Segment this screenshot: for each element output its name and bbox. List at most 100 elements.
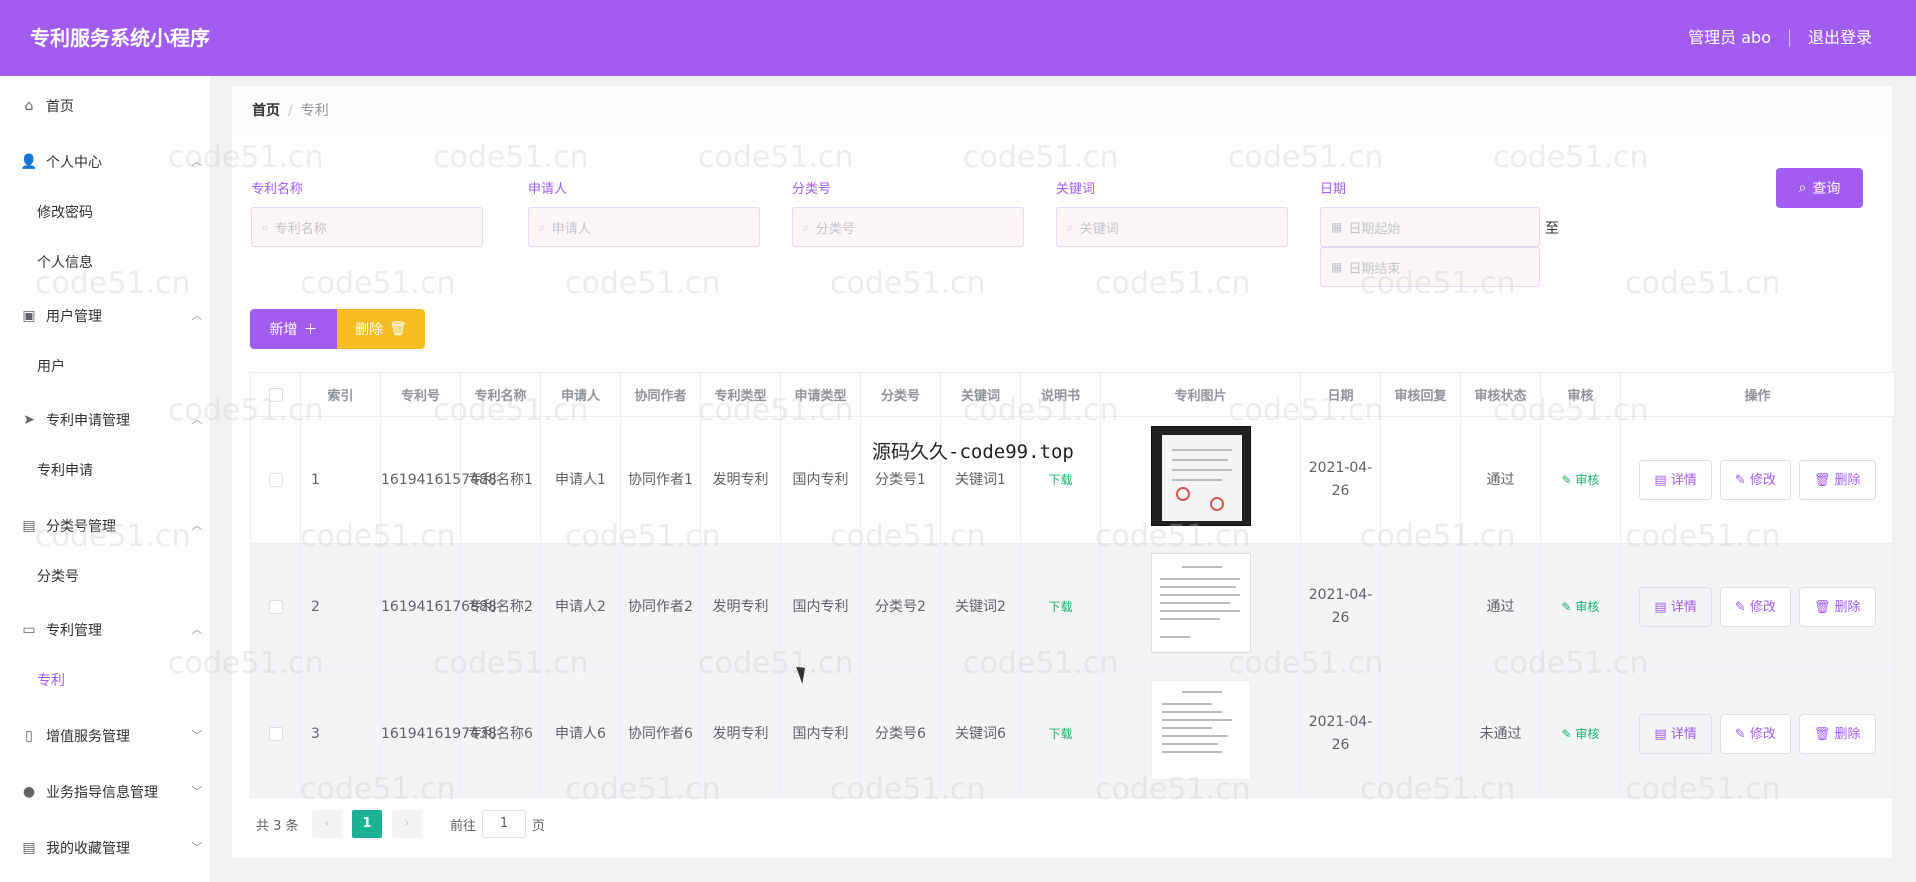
select-all-cell[interactable] (250, 372, 301, 417)
table-row: 3 1619416197438 专利名称6 申请人6 协同作者6 发明专利 国内… (250, 670, 1895, 798)
edit-icon: ✎ (1561, 472, 1576, 487)
query-button[interactable]: ⌕ 查询 (1776, 168, 1863, 208)
cell-coauthor: 协同作者1 (620, 416, 701, 544)
download-link[interactable]: 下载 (1048, 600, 1072, 614)
col-header: 申请人 (540, 372, 621, 417)
row-checkbox[interactable] (268, 472, 283, 487)
detail-label: 详情 (1670, 472, 1697, 488)
sidebar-item-category[interactable]: 分类号 (0, 552, 210, 602)
page-number-button[interactable]: 1 (352, 810, 382, 838)
audit-link[interactable]: ✎ 审核 (1562, 727, 1600, 741)
sidebar-item-label: 增值服务管理 (46, 729, 130, 745)
col-header: 日期 (1300, 372, 1381, 417)
cell-category: 分类号2 (860, 543, 941, 671)
document-icon: ▤ (1654, 726, 1671, 742)
detail-button[interactable]: ▤ 详情 (1639, 714, 1712, 754)
calendar-icon: ▦ (1331, 260, 1343, 274)
sidebar-item-user[interactable]: 用户 (0, 342, 210, 392)
filter-label-keyword: 关键词 (1056, 182, 1096, 197)
sidebar-item-guidance[interactable]: ● 业务指导信息管理 ﹀ (0, 766, 210, 818)
audit-label: 审核 (1575, 472, 1600, 487)
cell-date: 2021-04-26 (1300, 416, 1381, 544)
audit-link[interactable]: ✎ 审核 (1562, 600, 1600, 614)
sidebar-item-label: 业务指导信息管理 (46, 785, 158, 801)
delete-button[interactable]: 🗑 删除 (1798, 587, 1876, 627)
sidebar-item-personal[interactable]: 👤 个人中心 ︿ (0, 136, 210, 188)
chevron-down-icon: ﹀ (191, 729, 203, 742)
next-page-button[interactable]: › (392, 810, 422, 838)
cell-name: 专利名称1 (460, 416, 541, 544)
detail-button[interactable]: ▤ 详情 (1639, 587, 1712, 627)
category-input[interactable]: ⌕ 分类号 (792, 207, 1024, 247)
sidebar-item-user-mgmt[interactable]: ▣ 用户管理 ︿ (0, 290, 210, 342)
col-header: 专利号 (380, 372, 461, 417)
col-header: 专利类型 (700, 372, 781, 417)
audit-link[interactable]: ✎ 审核 (1562, 473, 1600, 487)
edit-button[interactable]: ✎ 修改 (1719, 587, 1791, 627)
plus-icon: ＋ (303, 322, 318, 338)
sidebar-item-favorites[interactable]: ▤ 我的收藏管理 ﹀ (0, 822, 210, 874)
goto-prefix: 前往 (450, 819, 477, 834)
date-start-input[interactable]: ▦ 日期起始 (1320, 207, 1540, 247)
sidebar-item-value-added[interactable]: ▯ 增值服务管理 ﹀ (0, 710, 210, 762)
detail-button[interactable]: ▤ 详情 (1639, 460, 1712, 500)
audit-label: 审核 (1575, 726, 1600, 741)
sidebar-item-patent[interactable]: 专利 (0, 656, 210, 706)
applicant-input[interactable]: ⌕ 申请人 (528, 207, 760, 247)
trash-icon: 🗑 (1813, 472, 1835, 488)
cell-keyword: 关键词2 (940, 543, 1021, 671)
row-checkbox[interactable] (268, 726, 283, 741)
row-checkbox[interactable] (268, 599, 283, 614)
placeholder: 日期起始 (1348, 221, 1401, 237)
edit-button[interactable]: ✎ 修改 (1719, 460, 1791, 500)
select-all-checkbox[interactable] (268, 387, 283, 402)
cell-apply-type: 国内专利 (780, 543, 861, 671)
add-button[interactable]: 新增 ＋ (250, 309, 337, 349)
edit-button[interactable]: ✎ 修改 (1719, 714, 1791, 754)
patent-image[interactable] (1150, 680, 1251, 780)
patent-image[interactable] (1150, 426, 1251, 526)
clipboard-icon: ▤ (22, 840, 36, 856)
query-label: 查询 (1812, 181, 1841, 197)
patent-table: 索引 专利号 专利名称 申请人 协同作者 专利类型 申请类型 分类号 关键词 说… (250, 372, 1895, 798)
download-link[interactable]: 下载 (1048, 727, 1072, 741)
delete-button[interactable]: 🗑 删除 (1798, 460, 1876, 500)
logout-button[interactable]: 退出登录 (1808, 0, 1872, 76)
download-link[interactable]: 下载 (1048, 473, 1072, 487)
keyword-input[interactable]: ⌕ 关键词 (1056, 207, 1288, 247)
cell-category: 分类号1 (860, 416, 941, 544)
date-end-input[interactable]: ▦ 日期结束 (1320, 247, 1540, 287)
cell-coauthor: 协同作者2 (620, 543, 701, 671)
sidebar-item-patent-mgmt[interactable]: ▭ 专利管理 ︿ (0, 604, 210, 656)
sidebar-item-change-password[interactable]: 修改密码 (0, 188, 210, 238)
chevron-up-icon: ︿ (191, 623, 203, 636)
prev-page-button[interactable]: ‹ (312, 810, 342, 838)
breadcrumb-home[interactable]: 首页 (252, 103, 280, 119)
user-icon: 👤 (20, 154, 38, 170)
cell-index: 1 (300, 416, 381, 544)
cell-applicant: 申请人2 (540, 543, 621, 671)
mobile-icon: ▯ (25, 728, 33, 744)
col-header: 审核状态 (1460, 372, 1541, 417)
sidebar-item-label: 首页 (46, 99, 74, 115)
goto-page-input[interactable]: 1 (482, 810, 526, 838)
table-header-row: 索引 专利号 专利名称 申请人 协同作者 专利类型 申请类型 分类号 关键词 说… (250, 372, 1895, 417)
sidebar-item-patent-apply[interactable]: 专利申请 (0, 446, 210, 496)
sidebar-item-home[interactable]: ⌂ 首页 (0, 80, 210, 132)
batch-delete-button[interactable]: 删除 🗑 (337, 309, 425, 349)
cell-apply-type: 国内专利 (780, 416, 861, 544)
sidebar-item-label: 个人中心 (46, 155, 102, 171)
delete-button[interactable]: 🗑 删除 (1798, 714, 1876, 754)
sidebar-item-personal-info[interactable]: 个人信息 (0, 238, 210, 288)
chevron-up-icon: ︿ (191, 519, 203, 532)
patent-image[interactable] (1150, 553, 1251, 653)
cell-name: 专利名称6 (460, 670, 541, 798)
sidebar-item-category-mgmt[interactable]: ▤ 分类号管理 ︿ (0, 500, 210, 552)
edit-icon: ✎ (1561, 599, 1576, 614)
patent-name-input[interactable]: ⌕ 专利名称 (251, 207, 483, 247)
cell-status: 通过 (1460, 543, 1541, 671)
sidebar-item-patent-apply-mgmt[interactable]: ➤ 专利申请管理 ︿ (0, 394, 210, 446)
sidebar-item-label: 专利管理 (46, 623, 102, 639)
delete-label: 删除 (1834, 726, 1861, 742)
col-header: 协同作者 (620, 372, 701, 417)
